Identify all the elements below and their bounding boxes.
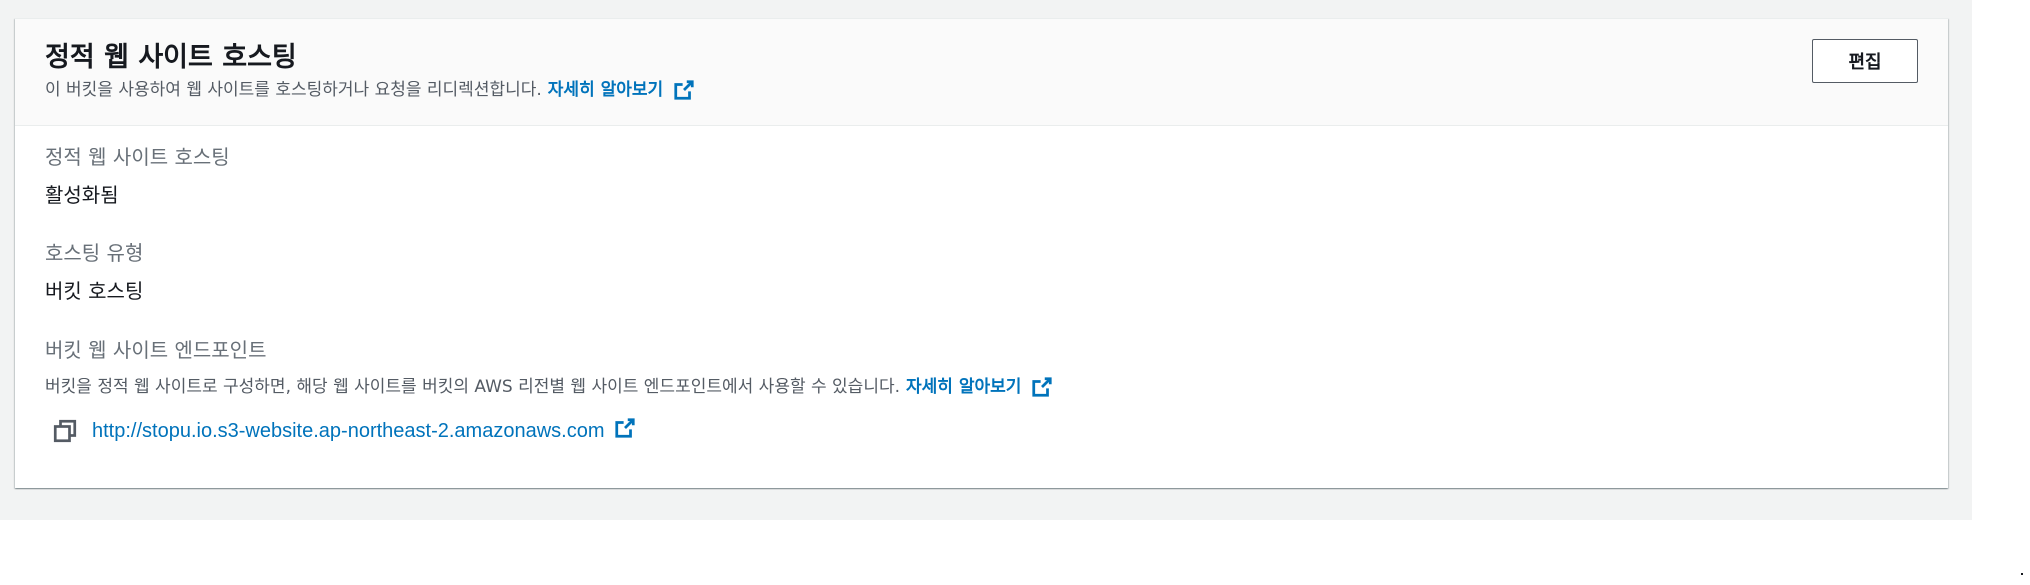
hosting-status-label: 정적 웹 사이트 호스팅 — [45, 145, 230, 169]
panel-description-text: 이 버킷을 사용하여 웹 사이트를 호스팅하거나 요청을 리디렉션합니다. — [45, 80, 542, 100]
endpoint-description-text: 버킷을 정적 웹 사이트로 구성하면, 해당 웹 사이트를 버킷의 AWS 리전… — [45, 377, 901, 397]
hosting-type-value: 버킷 호스팅 — [45, 279, 144, 303]
panel-title: 정적 웹 사이트 호스팅 — [45, 42, 297, 73]
endpoint-learn-more-link[interactable]: 자세히 알아보기 — [906, 372, 1053, 397]
stray-dot — [2021, 573, 2023, 575]
panel-description: 이 버킷을 사용하여 웹 사이트를 호스팅하거나 요청을 리디렉션합니다. 자세… — [45, 75, 695, 100]
panel-header: 정적 웹 사이트 호스팅 이 버킷을 사용하여 웹 사이트를 호스팅하거나 요청… — [15, 19, 1948, 126]
endpoint-row: http://stopu.io.s3-website.ap-northeast-… — [53, 417, 636, 443]
external-link-icon — [674, 79, 694, 100]
copy-icon[interactable] — [53, 419, 77, 443]
endpoint-url-link[interactable]: http://stopu.io.s3-website.ap-northeast-… — [92, 420, 604, 443]
learn-more-label: 자세히 알아보기 — [547, 80, 664, 100]
endpoint-label: 버킷 웹 사이트 엔드포인트 — [45, 338, 267, 362]
external-link-icon[interactable] — [614, 417, 636, 439]
edit-button[interactable]: 편집 — [1812, 39, 1918, 83]
static-website-hosting-panel: 정적 웹 사이트 호스팅 이 버킷을 사용하여 웹 사이트를 호스팅하거나 요청… — [15, 18, 1948, 488]
hosting-status-value: 활성화됨 — [45, 183, 119, 207]
hosting-type-label: 호스팅 유형 — [45, 241, 144, 265]
learn-more-link[interactable]: 자세히 알아보기 — [548, 75, 695, 100]
endpoint-description: 버킷을 정적 웹 사이트로 구성하면, 해당 웹 사이트를 버킷의 AWS 리전… — [45, 372, 1053, 397]
endpoint-learn-more-label: 자세히 알아보기 — [906, 377, 1022, 397]
external-link-icon — [1032, 376, 1053, 397]
